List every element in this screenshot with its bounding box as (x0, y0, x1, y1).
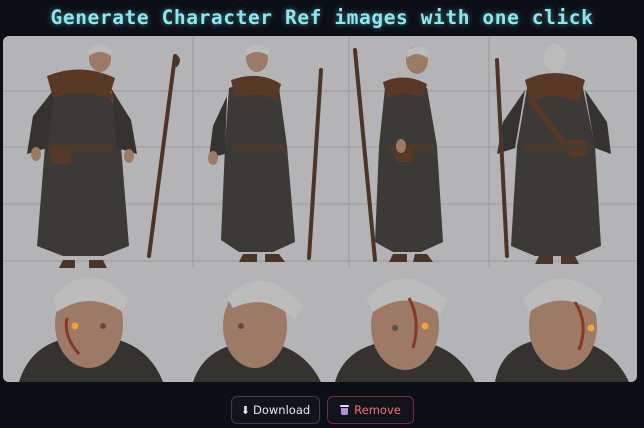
character-front-view (27, 44, 180, 268)
trash-icon (340, 405, 350, 415)
remove-button-label: Remove (354, 403, 401, 417)
head-side-view (193, 280, 321, 382)
head-three-quarter-right-view (495, 278, 629, 382)
head-three-quarter-view (335, 278, 475, 382)
download-icon: ⬇ (240, 403, 251, 417)
character-back-view (495, 44, 611, 264)
head-front-view (3, 268, 171, 382)
download-button[interactable]: ⬇ Download (231, 396, 320, 424)
page-title: Generate Character Ref images with one c… (50, 6, 594, 29)
character-reference-sheet (3, 36, 637, 382)
character-side-right-view (353, 46, 443, 262)
character-three-quarter-left-view (208, 44, 323, 262)
download-button-label: Download (253, 403, 311, 417)
remove-button[interactable]: Remove (327, 396, 414, 424)
